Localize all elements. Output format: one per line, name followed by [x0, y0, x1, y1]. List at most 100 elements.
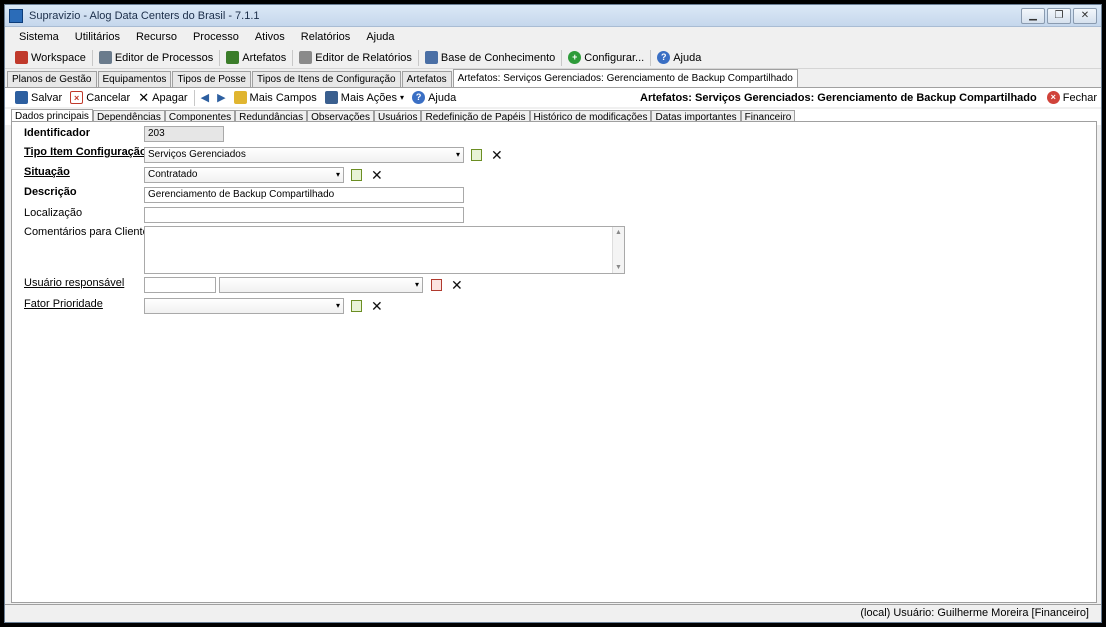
cancel-icon: × — [70, 91, 84, 104]
edit-record-icon[interactable] — [471, 149, 482, 161]
clear-icon[interactable]: ✕ — [371, 299, 383, 313]
help-icon: ? — [657, 51, 671, 64]
menu-ativos[interactable]: Ativos — [247, 31, 293, 43]
configurar-button[interactable]: + Configurar... — [564, 51, 648, 64]
ajuda-action-label: Ajuda — [428, 91, 457, 104]
mais-acoes-label: Mais Ações — [340, 91, 398, 104]
window-controls: ▁ ❐ ✕ — [1021, 7, 1097, 24]
comentarios-textarea[interactable]: ▲ ▼ — [144, 226, 625, 274]
tab-tipos-posse[interactable]: Tipos de Posse — [172, 71, 251, 87]
artefatos-button[interactable]: Artefatos — [222, 51, 290, 64]
situacao-select[interactable]: Contratado ▾ — [144, 167, 344, 183]
ajuda-label: Ajuda — [673, 51, 702, 64]
tab-artefatos[interactable]: Artefatos — [401, 71, 452, 87]
mais-campos-button[interactable]: Mais Campos — [230, 91, 321, 104]
apagar-button[interactable]: ✕ Apagar — [134, 90, 191, 106]
usuario-responsavel-label[interactable]: Usuário responsável — [24, 277, 124, 289]
salvar-button[interactable]: Salvar — [11, 91, 66, 104]
ajuda-action-button[interactable]: ? Ajuda — [408, 91, 460, 104]
editor-processos-label: Editor de Processos — [114, 51, 214, 64]
app-icon — [9, 8, 23, 23]
base-conhecimento-label: Base de Conhecimento — [440, 51, 556, 64]
toolbar-separator — [292, 49, 294, 66]
menu-relatorios[interactable]: Relatórios — [293, 31, 359, 43]
previous-record-button[interactable]: ◀ — [197, 91, 213, 104]
localizacao-field[interactable] — [144, 207, 464, 223]
salvar-label: Salvar — [31, 91, 63, 104]
tipo-item-label[interactable]: Tipo Item Configuração — [24, 146, 147, 158]
usuario-code-field[interactable] — [144, 277, 216, 293]
fator-prioridade-select[interactable]: ▾ — [144, 298, 344, 314]
scroll-down-icon[interactable]: ▼ — [613, 264, 624, 271]
artifacts-icon — [226, 51, 240, 64]
usuario-select[interactable]: ▾ — [219, 277, 423, 293]
identificador-field: 203 — [144, 126, 224, 142]
fechar-label: Fechar — [1062, 91, 1097, 104]
process-editor-icon — [98, 51, 112, 64]
editor-relatorios-label: Editor de Relatórios — [315, 51, 412, 64]
more-actions-icon — [324, 91, 338, 104]
minimize-button[interactable]: ▁ — [1021, 7, 1045, 24]
artefatos-label: Artefatos — [242, 51, 287, 64]
tab-tipos-itens-configuracao[interactable]: Tipos de Itens de Configuração — [252, 71, 401, 87]
knowledge-base-icon — [424, 51, 438, 64]
clear-icon[interactable]: ✕ — [491, 148, 503, 162]
ajuda-button[interactable]: ? Ajuda — [653, 51, 705, 64]
comentarios-label: Comentários para Cliente — [24, 226, 149, 238]
tab-artefato-backup[interactable]: Artefatos: Serviços Gerenciados: Gerenci… — [452, 69, 798, 87]
tipo-item-value: Serviços Gerenciados — [148, 149, 246, 160]
close-button[interactable]: ✕ — [1073, 7, 1097, 24]
workspace-button[interactable]: Workspace — [11, 51, 90, 64]
textarea-scrollbar[interactable]: ▲ ▼ — [612, 227, 624, 273]
editor-processos-button[interactable]: Editor de Processos — [95, 51, 217, 64]
menu-processo[interactable]: Processo — [185, 31, 247, 43]
form-panel: Identificador 203 Tipo Item Configuração… — [11, 121, 1097, 603]
add-circle-icon: + — [568, 51, 582, 64]
clear-icon[interactable]: ✕ — [451, 278, 463, 292]
arrow-right-icon: ▶ — [217, 92, 226, 104]
document-tabs: Planos de Gestão Equipamentos Tipos de P… — [5, 69, 1101, 87]
scroll-up-icon[interactable]: ▲ — [613, 229, 624, 236]
situacao-label[interactable]: Situação — [24, 166, 70, 178]
maximize-button[interactable]: ❐ — [1047, 7, 1071, 24]
menu-ajuda[interactable]: Ajuda — [358, 31, 402, 43]
edit-record-icon[interactable] — [351, 169, 362, 181]
status-bar: (local) Usuário: Guilherme Moreira [Fina… — [5, 604, 1101, 622]
main-toolbar: Workspace Editor de Processos Artefatos … — [5, 47, 1101, 69]
fechar-button[interactable]: × Fechar — [1043, 91, 1101, 104]
menu-sistema[interactable]: Sistema — [11, 31, 67, 43]
dropdown-arrow-icon: ▾ — [455, 150, 460, 159]
configurar-label: Configurar... — [584, 51, 645, 64]
report-editor-icon — [299, 51, 313, 64]
cancelar-button[interactable]: × Cancelar — [66, 91, 134, 104]
record-title: Artefatos: Serviços Gerenciados: Gerenci… — [640, 91, 1037, 104]
toolbar-separator — [219, 49, 221, 66]
help-icon: ? — [412, 91, 426, 104]
delete-icon: ✕ — [138, 89, 150, 105]
search-user-icon[interactable] — [431, 279, 442, 291]
save-icon — [15, 91, 28, 104]
app-window: Supravizio - Alog Data Centers do Brasil… — [4, 4, 1102, 623]
menu-recurso[interactable]: Recurso — [128, 31, 185, 43]
dropdown-arrow-icon: ▾ — [335, 170, 340, 179]
fator-prioridade-label[interactable]: Fator Prioridade — [24, 298, 103, 310]
editor-relatorios-button[interactable]: Editor de Relatórios — [295, 51, 416, 64]
mais-acoes-button[interactable]: Mais Ações ▾ — [321, 91, 408, 104]
edit-record-icon[interactable] — [351, 300, 362, 312]
menu-utilitarios[interactable]: Utilitários — [67, 31, 128, 43]
tipo-item-select[interactable]: Serviços Gerenciados ▾ — [144, 147, 464, 163]
title-bar: Supravizio - Alog Data Centers do Brasil… — [5, 5, 1101, 27]
workspace-label: Workspace — [31, 51, 86, 64]
apagar-label: Apagar — [152, 91, 188, 104]
toolbar-separator — [417, 49, 419, 66]
base-conhecimento-button[interactable]: Base de Conhecimento — [421, 51, 559, 64]
tab-equipamentos[interactable]: Equipamentos — [97, 71, 172, 87]
descricao-field[interactable]: Gerenciamento de Backup Compartilhado — [144, 187, 464, 203]
identificador-label: Identificador — [24, 127, 91, 139]
menu-bar: Sistema Utilitários Recurso Processo Ati… — [5, 27, 1101, 47]
next-record-button[interactable]: ▶ — [213, 91, 229, 104]
toolbar-separator — [91, 49, 93, 66]
window-title: Supravizio - Alog Data Centers do Brasil… — [29, 9, 260, 22]
tab-planos-gestao[interactable]: Planos de Gestão — [7, 71, 97, 87]
clear-icon[interactable]: ✕ — [371, 168, 383, 182]
